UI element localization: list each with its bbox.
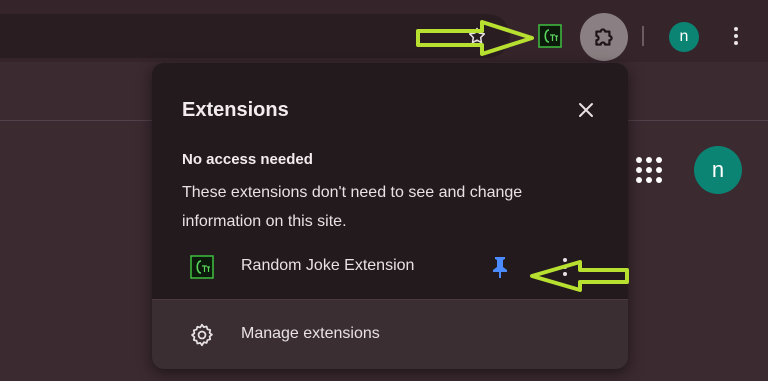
bookmark-star-button[interactable] [463,22,491,50]
browser-toolbar: n [0,0,768,62]
extensions-popup: Extensions No access needed These extens… [152,63,628,369]
gear-icon [189,322,215,348]
pin-button[interactable] [488,253,512,281]
star-icon [468,27,486,44]
puzzle-icon [595,28,613,46]
random-joke-extension-toolbar-button[interactable] [538,24,562,48]
more-vert-icon [734,27,738,31]
extension-row[interactable]: Random Joke Extension [152,243,628,291]
page-profile-avatar[interactable]: n [694,146,742,194]
avatar-initial: n [711,157,725,182]
close-icon [579,103,593,117]
extension-more-button[interactable] [557,255,573,279]
apps-grid-icon[interactable] [636,157,662,183]
manage-extensions-label: Manage extensions [241,325,380,342]
close-button[interactable] [572,96,600,124]
pin-icon [493,257,507,278]
toolbar-divider [642,26,644,46]
extension-icon [190,255,214,279]
manage-extensions-button[interactable]: Manage extensions [152,300,628,369]
section-heading: No access needed [182,151,313,168]
address-bar[interactable] [0,14,510,58]
browser-menu-button[interactable] [726,22,746,50]
extension-name: Random Joke Extension [241,257,415,274]
more-vert-icon [563,258,567,262]
extension-icon [538,24,562,48]
avatar-initial: n [679,28,689,45]
extensions-menu-button[interactable] [580,13,628,61]
profile-avatar-button[interactable]: n [669,22,699,52]
popup-title: Extensions [182,99,289,121]
section-description: These extensions don't need to see and c… [182,184,523,230]
